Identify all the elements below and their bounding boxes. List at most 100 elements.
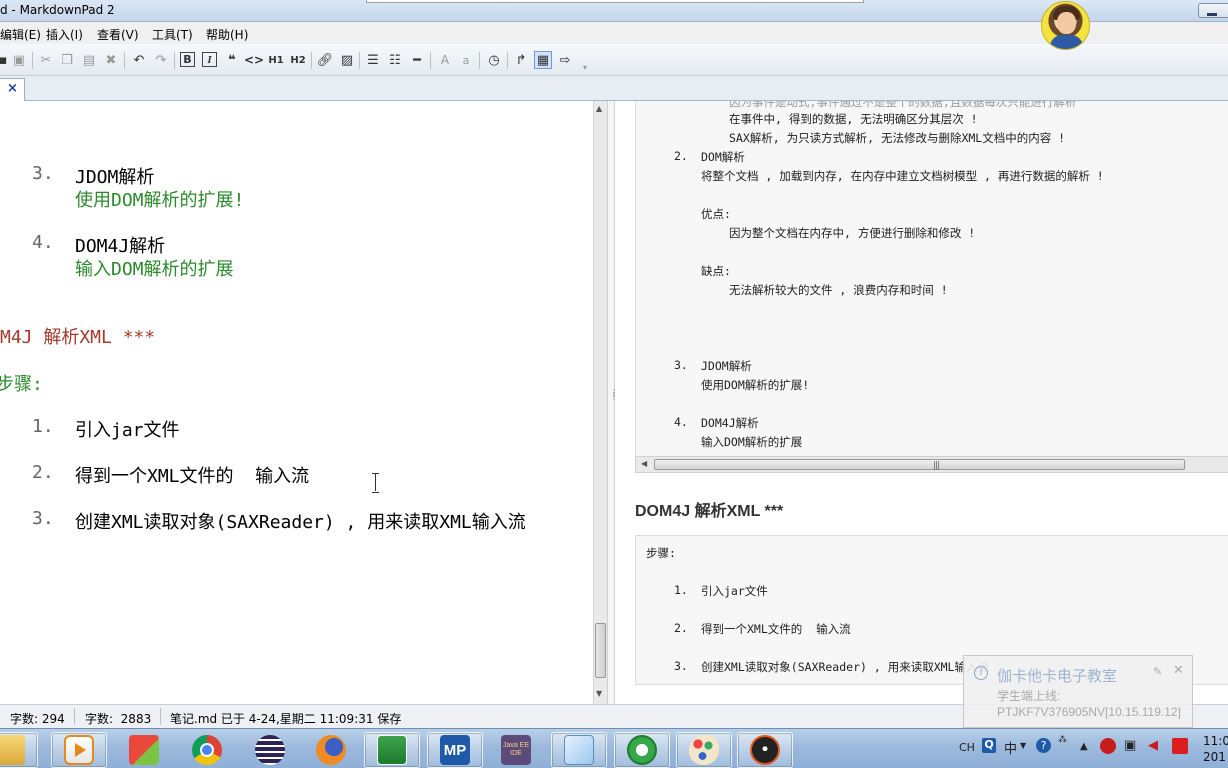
notification-text: PTJKF7V376905NV[10.15.119.12] — [997, 705, 1181, 719]
preview-code-block: 因为事件是动式,事件通过不是整个的数据,且数据每次只能进行解析 在事件中, 得到… — [635, 101, 1228, 457]
preview-line: SAX解析, 为只读方式解析, 无法修改与删除XML文档中的内容 ! — [729, 131, 1066, 145]
taskbar-markdownpad[interactable]: MP — [427, 732, 483, 768]
redo-icon[interactable]: ↷ — [152, 51, 170, 69]
editor-line: 输入DOM解析的扩展 — [75, 259, 234, 280]
preview-line: DOM解析 — [701, 150, 745, 164]
taskbar-ie-refresh[interactable] — [614, 732, 670, 768]
scroll-down-icon[interactable]: ▼ — [596, 689, 602, 698]
menu-help[interactable]: 帮助(H) — [206, 26, 248, 43]
preview-line: 创建XML读取对象(SAXReader) , 用来读取XML输入流 — [701, 660, 989, 674]
windows-taskbar: MP Java EE IDE CH Q 中 ▼ ? ⁂ ▲ ▣ ◀ 11:0 2… — [0, 728, 1228, 768]
menu-tools[interactable]: 工具(T) — [152, 26, 193, 43]
menu-edit[interactable]: 编辑(E) — [0, 26, 41, 43]
horizontal-rule-icon[interactable]: ━ — [408, 51, 426, 69]
ime-mode[interactable]: 中 — [1004, 738, 1017, 757]
save-all-icon[interactable]: ▣ — [10, 51, 28, 69]
export-icon[interactable]: ⇨ — [556, 51, 574, 69]
quote-icon[interactable]: ❝ — [223, 51, 241, 69]
markdown-editor[interactable]: 3. JDOM解析 使用DOM解析的扩展! 4. DOM4J解析 输入DOM解析… — [0, 101, 593, 704]
folder-icon — [0, 735, 25, 765]
taskbar-media-player[interactable] — [51, 732, 107, 768]
numbered-list-icon[interactable]: ☷ — [386, 51, 404, 69]
status-separator — [160, 708, 161, 725]
preview-line: 输入DOM解析的扩展 — [701, 435, 803, 449]
list-number: 1. — [32, 416, 54, 437]
minimize-button[interactable] — [1198, 3, 1228, 18]
horizontal-scroll-thumb[interactable]: ||| — [654, 459, 1185, 471]
editor-heading-line: M4J 解析XML *** — [0, 327, 156, 348]
bullet-list-icon[interactable]: ☰ — [364, 51, 382, 69]
ime-language[interactable]: CH — [959, 741, 975, 754]
taskbar-pencil-tool[interactable] — [116, 732, 172, 768]
undo-icon[interactable]: ↶ — [130, 51, 148, 69]
toolbar: ▪ ▣ ✂ ❐ ▤ ✖ ↶ ↷ B I ❝ <> H1 H2 🔗︎ ▨ ☰ ☷ … — [0, 44, 1228, 76]
ime-dropdown-icon[interactable]: ▼ — [1020, 741, 1026, 750]
live-preview-icon[interactable]: ▦ — [534, 51, 552, 69]
editor-line: 创建XML读取对象(SAXReader) , 用来读取XML输入流 — [75, 512, 526, 533]
toolbar-overflow-icon[interactable]: ▾ — [576, 58, 594, 76]
ime-options-icon[interactable]: ⁂ — [1058, 736, 1067, 745]
heading1-icon[interactable]: H1 — [266, 51, 286, 69]
network-icon[interactable]: ▣ — [1124, 738, 1136, 753]
media-player-icon — [64, 735, 94, 765]
security-icon[interactable] — [1100, 738, 1116, 754]
redirect-icon[interactable]: ↱ — [512, 51, 530, 69]
bold-icon[interactable]: B — [180, 52, 195, 67]
menu-insert[interactable]: 插入(I) — [46, 26, 83, 43]
taskbar-remote-assist[interactable] — [364, 732, 420, 768]
timestamp-icon[interactable]: ◷ — [485, 51, 503, 69]
avatar-face — [1057, 12, 1076, 34]
classroom-notification[interactable]: i 伽卡他卡电子教室 ✎ ✕ 学生端上线: PTJKF7V376905NV[10… — [963, 655, 1193, 728]
pin-icon[interactable]: ✎ — [1153, 665, 1162, 678]
scroll-up-icon[interactable]: ▲ — [596, 104, 602, 113]
taskbar-eclipse[interactable] — [242, 732, 298, 768]
preview-line: DOM4J解析 — [701, 416, 759, 430]
system-clock[interactable]: 11:0 201 — [1203, 733, 1228, 765]
preview-line: 将整个文档 , 加载到内存, 在内存中建立文档树模型 , 再进行数据的解析 ! — [701, 169, 1104, 183]
markdown-preview[interactable]: 因为事件是动式,事件通过不是整个的数据,且数据每次只能进行解析 在事件中, 得到… — [615, 101, 1228, 704]
scroll-left-icon[interactable]: ◀ — [641, 459, 647, 468]
preview-line: 在事件中, 得到的数据, 无法明确区分其层次 ! — [729, 112, 978, 126]
search-icon[interactable]: Q — [982, 738, 996, 753]
preview-line: JDOM解析 — [701, 359, 752, 373]
classroom-client-icon[interactable] — [1172, 738, 1188, 754]
help-icon[interactable]: ? — [1036, 738, 1051, 753]
editor-scrollbar[interactable]: ▲ ▼ — [593, 101, 607, 704]
preview-line: 引入jar文件 — [701, 584, 768, 598]
cut-icon[interactable]: ✂ — [37, 51, 55, 69]
screen-share-notch — [366, 0, 864, 3]
menu-view[interactable]: 查看(V) — [97, 26, 139, 43]
heading2-icon[interactable]: H2 — [288, 51, 308, 69]
close-tab-icon[interactable]: × — [7, 81, 18, 96]
document-tab[interactable]: × — [0, 78, 25, 101]
font-larger-icon[interactable]: A — [436, 51, 454, 69]
editor-scroll-thumb[interactable] — [595, 623, 606, 678]
taskbar-ninja-tool[interactable] — [737, 732, 793, 768]
info-icon: i — [974, 666, 988, 680]
taskbar-chrome[interactable] — [179, 732, 235, 768]
code-icon[interactable]: <> — [244, 51, 264, 69]
paste-icon[interactable]: ▤ — [80, 51, 98, 69]
image-icon[interactable]: ▨ — [338, 51, 356, 69]
editor-line: 引入jar文件 — [75, 420, 180, 441]
preview-list-number: 3. — [674, 358, 688, 372]
toolbar-separator — [430, 52, 431, 69]
toolbar-separator — [359, 52, 360, 69]
volume-muted-icon[interactable]: ◀ — [1148, 738, 1158, 753]
taskbar-paint[interactable] — [676, 732, 732, 768]
delete-icon[interactable]: ✖ — [102, 51, 120, 69]
remote-assist-icon — [377, 735, 407, 765]
show-hidden-icons-icon[interactable]: ▲ — [1080, 741, 1088, 752]
pane-splitter[interactable]: ⋮ ⋮ — [607, 101, 618, 704]
italic-icon[interactable]: I — [202, 52, 217, 67]
link-icon[interactable]: 🔗︎ — [316, 51, 334, 69]
taskbar-firefox[interactable] — [303, 732, 359, 768]
taskbar-file-explorer[interactable] — [0, 732, 38, 768]
copy-icon[interactable]: ❐ — [58, 51, 76, 69]
taskbar-java-ee-ide[interactable]: Java EE IDE — [488, 732, 544, 768]
close-notification-icon[interactable]: ✕ — [1173, 663, 1184, 678]
taskbar-notepad[interactable] — [551, 732, 607, 768]
preview-horizontal-scrollbar[interactable]: ◀ ||| — [635, 456, 1228, 473]
preview-list-number: 3. — [674, 659, 688, 673]
font-smaller-icon[interactable]: a — [457, 51, 475, 69]
